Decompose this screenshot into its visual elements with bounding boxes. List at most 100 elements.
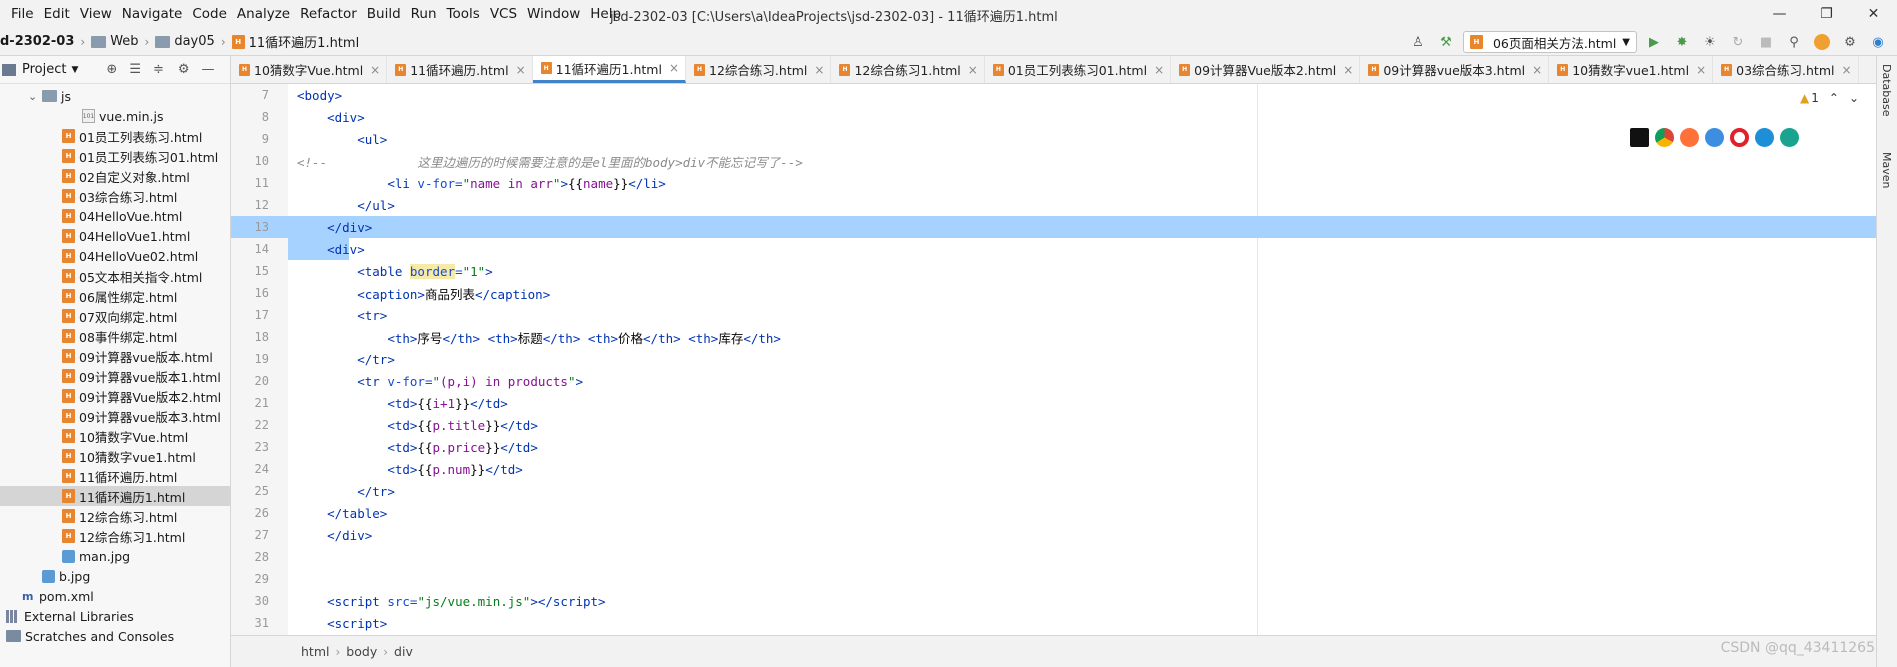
update-icon[interactable] xyxy=(1811,31,1833,53)
ie-icon[interactable] xyxy=(1755,128,1774,147)
run-icon[interactable]: ▶ xyxy=(1643,31,1665,53)
tree-item[interactable]: H 09计算器vue版本1.html xyxy=(0,366,231,386)
tree-item[interactable]: H 01员工列表练习01.html xyxy=(0,146,231,166)
close-icon[interactable]: × xyxy=(814,63,824,77)
plugin-icon[interactable]: ◉ xyxy=(1867,31,1889,53)
tree-item[interactable]: H 10猜数字Vue.html xyxy=(0,426,231,446)
tree-item[interactable]: H 12综合练习1.html xyxy=(0,526,231,546)
tree-item[interactable]: H 02自定义对象.html xyxy=(0,166,231,186)
stop-icon[interactable]: ■ xyxy=(1755,31,1777,53)
menu-run[interactable]: Run xyxy=(406,6,442,22)
editor-tab[interactable]: H 11循环遍历.html × xyxy=(387,56,533,83)
collapse-all-icon[interactable]: ≑ xyxy=(153,62,164,77)
close-icon[interactable]: × xyxy=(968,63,978,77)
menu-view[interactable]: View xyxy=(75,6,117,22)
intellij-browser-icon[interactable] xyxy=(1630,128,1649,147)
gear-icon[interactable]: ⚙ xyxy=(178,62,190,77)
tree-item[interactable]: H 04HelloVue1.html xyxy=(0,226,231,246)
tree-item[interactable]: H 05文本相关指令.html xyxy=(0,266,231,286)
restore-button[interactable]: ❐ xyxy=(1803,0,1850,28)
expand-all-icon[interactable]: ☰ xyxy=(129,62,141,77)
editor-tab[interactable]: H 12综合练习.html × xyxy=(686,56,832,83)
close-icon[interactable]: × xyxy=(370,63,380,77)
tree-item[interactable]: H 11循环遍历.html xyxy=(0,466,231,486)
tree-item[interactable]: External Libraries xyxy=(0,606,231,626)
tree-item[interactable]: H 08事件绑定.html xyxy=(0,326,231,346)
menu-analyze[interactable]: Analyze xyxy=(232,6,295,22)
tree-item[interactable]: Scratches and Consoles xyxy=(0,626,231,646)
tree-item[interactable]: H 07双向绑定.html xyxy=(0,306,231,326)
chevron-down-icon[interactable]: ▼ xyxy=(71,65,78,75)
locate-icon[interactable]: ⊕ xyxy=(106,62,117,77)
hide-panel-icon[interactable]: — xyxy=(202,62,215,77)
chevron-down-icon[interactable]: ⌄ xyxy=(28,90,42,103)
close-icon[interactable]: × xyxy=(516,63,526,77)
run-config-select[interactable]: H 06页面相关方法.html ▼ xyxy=(1462,31,1637,53)
minimize-button[interactable]: — xyxy=(1756,0,1803,28)
menu-tools[interactable]: Tools xyxy=(442,6,485,22)
tree-item[interactable]: H 04HelloVue.html xyxy=(0,206,231,226)
close-icon[interactable]: × xyxy=(1532,63,1542,77)
menu-refactor[interactable]: Refactor xyxy=(295,6,362,22)
inspection-widget[interactable]: ▲ 1 ⌃ ⌄ xyxy=(1800,91,1859,105)
maven-tool-button[interactable]: Maven xyxy=(1880,152,1893,188)
chevron-down-icon[interactable]: ⌄ xyxy=(1849,91,1859,105)
database-tool-button[interactable]: Database xyxy=(1880,64,1893,117)
status-crumb[interactable]: div xyxy=(394,644,413,659)
close-icon[interactable]: × xyxy=(669,61,679,75)
profile-icon[interactable]: ↻ xyxy=(1727,31,1749,53)
project-panel-title[interactable]: Project xyxy=(22,62,66,77)
editor-tab[interactable]: H 03综合练习.html × xyxy=(1713,56,1859,83)
tree-item[interactable]: H 04HelloVue02.html xyxy=(0,246,231,266)
editor-tab[interactable]: H 09计算器Vue版本2.html × xyxy=(1171,56,1361,83)
tree-item[interactable]: H 11循环遍历1.html xyxy=(0,486,231,506)
settings-icon[interactable]: ⚙ xyxy=(1839,31,1861,53)
menu-window[interactable]: Window xyxy=(522,6,585,22)
close-icon[interactable]: × xyxy=(1343,63,1353,77)
status-crumb[interactable]: html xyxy=(301,644,329,659)
tree-item[interactable]: H 09计算器vue版本3.html xyxy=(0,406,231,426)
menu-code[interactable]: Code xyxy=(187,6,232,22)
breadcrumb-item[interactable]: d-2302-03 xyxy=(0,34,74,49)
tree-item[interactable]: m pom.xml xyxy=(0,586,231,606)
build-hammer-icon[interactable]: ⚒ xyxy=(1435,31,1457,53)
tree-item[interactable]: H 03综合练习.html xyxy=(0,186,231,206)
tree-item[interactable]: H 01员工列表练习.html xyxy=(0,126,231,146)
editor-tab[interactable]: H 09计算器vue版本3.html × xyxy=(1360,56,1550,83)
close-button[interactable]: ✕ xyxy=(1850,0,1897,28)
firefox-icon[interactable] xyxy=(1680,128,1699,147)
user-icon[interactable]: ♙ xyxy=(1407,31,1429,53)
editor-tab[interactable]: H 10猜数字Vue.html × xyxy=(231,56,388,83)
menu-edit[interactable]: Edit xyxy=(39,6,75,22)
editor-tab[interactable]: H 12综合练习1.html × xyxy=(831,56,985,83)
breadcrumb-item[interactable]: Web xyxy=(110,34,138,49)
coverage-icon[interactable]: ☀ xyxy=(1699,31,1721,53)
close-icon[interactable]: × xyxy=(1154,63,1164,77)
editor-tab[interactable]: H 10猜数字vue1.html × xyxy=(1549,56,1714,83)
tree-item[interactable]: man.jpg xyxy=(0,546,231,566)
opera-icon[interactable] xyxy=(1730,128,1749,147)
tree-item[interactable]: H 10猜数字vue1.html xyxy=(0,446,231,466)
tree-item[interactable]: H 06属性绑定.html xyxy=(0,286,231,306)
tree-item[interactable]: 101 vue.min.js xyxy=(0,106,231,126)
menu-vcs[interactable]: VCS xyxy=(485,6,522,22)
debug-icon[interactable]: ✸ xyxy=(1671,31,1693,53)
breadcrumb-item[interactable]: 11循环遍历1.html xyxy=(249,32,360,51)
chevron-up-icon[interactable]: ⌃ xyxy=(1829,91,1839,105)
code-editor[interactable]: 7 <body> 8 <div> 9 <ul> 10 <!-- 这里边遍历的时候需要注意的… xyxy=(231,84,1876,635)
status-crumb[interactable]: body xyxy=(346,644,377,659)
chrome-icon[interactable] xyxy=(1655,128,1674,147)
editor-tab[interactable]: H 01员工列表练习01.html × xyxy=(985,56,1172,83)
close-icon[interactable]: × xyxy=(1696,63,1706,77)
tree-item[interactable]: b.jpg xyxy=(0,566,231,586)
search-icon[interactable]: ⚲ xyxy=(1783,31,1805,53)
editor-tab[interactable]: H 11循环遍历1.html × xyxy=(532,56,687,83)
breadcrumb-item[interactable]: day05 xyxy=(174,34,214,49)
tree-item[interactable]: H 12综合练习.html xyxy=(0,506,231,526)
tree-item[interactable]: H 09计算器vue版本.html xyxy=(0,346,231,366)
tree-item[interactable]: ⌄ js xyxy=(0,86,231,106)
safari-icon[interactable] xyxy=(1705,128,1724,147)
menu-file[interactable]: File xyxy=(0,6,39,22)
menu-build[interactable]: Build xyxy=(362,6,406,22)
menu-navigate[interactable]: Navigate xyxy=(117,6,188,22)
